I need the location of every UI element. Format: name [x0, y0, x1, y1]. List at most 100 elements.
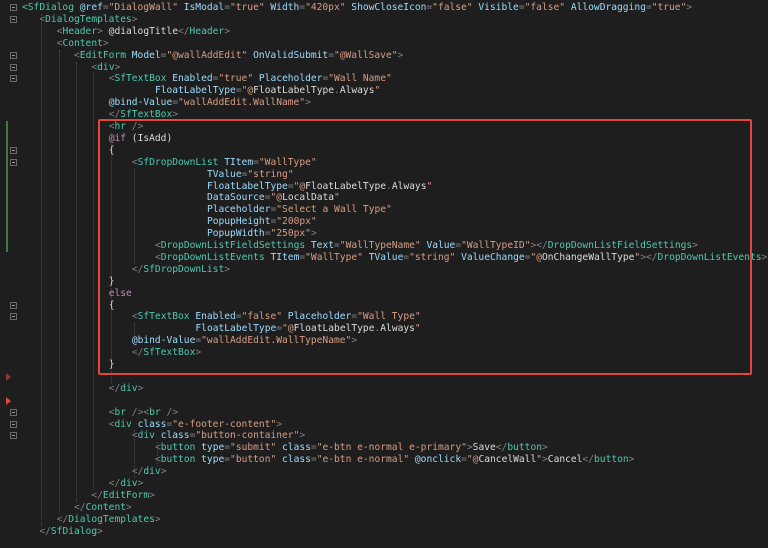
- code-line[interactable]: @bind-Value="wallAddEdit.WallName">: [109, 97, 311, 109]
- code-token: OnValidSubmit: [253, 49, 329, 61]
- collapse-icon[interactable]: [10, 420, 17, 428]
- code-token: button: [594, 454, 629, 466]
- code-token: class: [137, 418, 167, 430]
- code-line[interactable]: <DialogTemplates>: [39, 14, 137, 26]
- code-token: >: [686, 2, 693, 13]
- code-token: >: [131, 13, 138, 25]
- collapse-icon[interactable]: [10, 63, 17, 71]
- code-token: div: [114, 418, 138, 430]
- code-line[interactable]: </div>: [109, 478, 144, 490]
- code-line[interactable]: </div>: [109, 383, 144, 395]
- change-bar: [6, 121, 8, 252]
- code-line[interactable]: </EditForm>: [91, 490, 155, 502]
- code-line[interactable]: <Header> @dialogTitle</Header>: [57, 26, 230, 38]
- code-token: </: [582, 454, 595, 466]
- code-line[interactable]: <div class="button-container">: [132, 430, 305, 442]
- code-token: SfDialog: [50, 525, 98, 537]
- code-line[interactable]: <Content>: [57, 38, 109, 50]
- collapse-icon[interactable]: [10, 301, 17, 309]
- code-token: </: [91, 489, 103, 501]
- code-token: class: [282, 442, 311, 454]
- code-line[interactable]: <button type="submit" class="e-btn e-nor…: [155, 442, 548, 454]
- code-line[interactable]: <div>: [91, 62, 120, 74]
- code-line[interactable]: <div class="e-footer-content">: [109, 419, 282, 431]
- code-token: type: [201, 454, 225, 466]
- code-token: FloatLabelType: [154, 85, 236, 97]
- code-token: DialogTemplates: [45, 13, 132, 25]
- code-token: "button-container": [195, 430, 300, 442]
- code-token: Enabled: [172, 73, 213, 85]
- indent-guide: [93, 73, 95, 490]
- code-line[interactable]: <EditForm Model="@wallAddEdit" OnValidSu…: [74, 50, 403, 62]
- collapse-icon[interactable]: [10, 4, 17, 11]
- code-token: div: [120, 478, 138, 489]
- code-token: AllowDragging: [570, 2, 646, 13]
- code-line[interactable]: </div>: [132, 466, 167, 478]
- code-line[interactable]: <SfTextBox Enabled="true" Placeholder="W…: [109, 73, 392, 85]
- code-token: div: [137, 430, 161, 442]
- code-token: Placeholder: [258, 73, 323, 85]
- code-token: "DialogWall": [108, 2, 184, 13]
- code-editor[interactable]: <SfDialog @ref="DialogWall" IsModal="tru…: [0, 0, 768, 548]
- code-token: </: [39, 525, 51, 537]
- code-token: >: [137, 382, 144, 394]
- collapse-icon[interactable]: [10, 51, 17, 59]
- code-token: />: [166, 406, 179, 418]
- code-token: ShowCloseIcon: [351, 2, 427, 13]
- code-token: </: [56, 513, 69, 525]
- code-token: Header: [62, 25, 98, 37]
- code-token: class: [282, 454, 311, 466]
- code-token: ": [374, 85, 381, 97]
- code-token: >: [154, 513, 161, 525]
- code-token: "e-btn e-normal e-primary": [316, 442, 467, 454]
- code-token: EditForm: [79, 49, 132, 61]
- code-line[interactable]: FloatLabelType="@FloatLabelType.Always": [155, 85, 380, 97]
- code-token: >: [102, 37, 109, 49]
- caret-right-icon: [6, 372, 11, 381]
- code-token: br: [114, 406, 132, 418]
- indent-guide: [58, 49, 60, 514]
- code-token: div: [120, 382, 138, 394]
- collapse-icon[interactable]: [10, 15, 17, 23]
- code-line[interactable]: </DialogTemplates>: [57, 514, 161, 526]
- code-token: button: [507, 442, 542, 454]
- collapse-icon[interactable]: [10, 146, 17, 154]
- code-token: "420px": [305, 2, 352, 13]
- code-token: >: [542, 442, 548, 454]
- code-line[interactable]: <SfDialog @ref="DialogWall" IsModal="tru…: [22, 2, 692, 14]
- code-line[interactable]: </SfDialog>: [39, 526, 103, 538]
- code-token: "false": [524, 2, 571, 13]
- code-token: CancelWall: [478, 454, 537, 466]
- code-line[interactable]: <button type="button" class="e-btn e-nor…: [155, 454, 635, 466]
- code-line[interactable]: <br /><br />: [109, 407, 178, 419]
- code-token: Header: [189, 25, 225, 37]
- code-token: "button": [230, 454, 283, 466]
- collapse-icon[interactable]: [10, 158, 17, 166]
- code-token: button: [160, 442, 202, 454]
- collapse-icon[interactable]: [10, 75, 17, 83]
- code-token: @ref: [79, 2, 103, 13]
- code-token: "true": [651, 2, 687, 13]
- code-token: Content: [62, 37, 103, 49]
- code-token: "Wall Name": [328, 73, 392, 85]
- code-token: >: [160, 466, 167, 478]
- code-token: "wallAddEdit.WallName": [178, 97, 306, 109]
- code-token: DialogTemplates: [68, 513, 155, 525]
- code-token: br: [149, 406, 167, 418]
- code-token: Cancel: [547, 454, 583, 466]
- code-token: Visible: [478, 2, 519, 13]
- collapse-icon[interactable]: [10, 432, 17, 440]
- code-token: </: [131, 466, 144, 478]
- code-token: >: [149, 489, 155, 501]
- caret-right-icon: [6, 396, 11, 405]
- code-token: </: [74, 501, 86, 513]
- collapse-icon[interactable]: [10, 313, 17, 321]
- collapse-icon[interactable]: [10, 408, 17, 416]
- code-token: >: [299, 430, 306, 442]
- indent-guide: [76, 61, 78, 502]
- code-token: IsModal: [183, 2, 225, 13]
- code-token: "e-footer-content": [172, 418, 277, 430]
- code-token: "false": [432, 2, 479, 13]
- code-token: @onclick: [414, 454, 462, 466]
- code-line[interactable]: </Content>: [74, 502, 132, 514]
